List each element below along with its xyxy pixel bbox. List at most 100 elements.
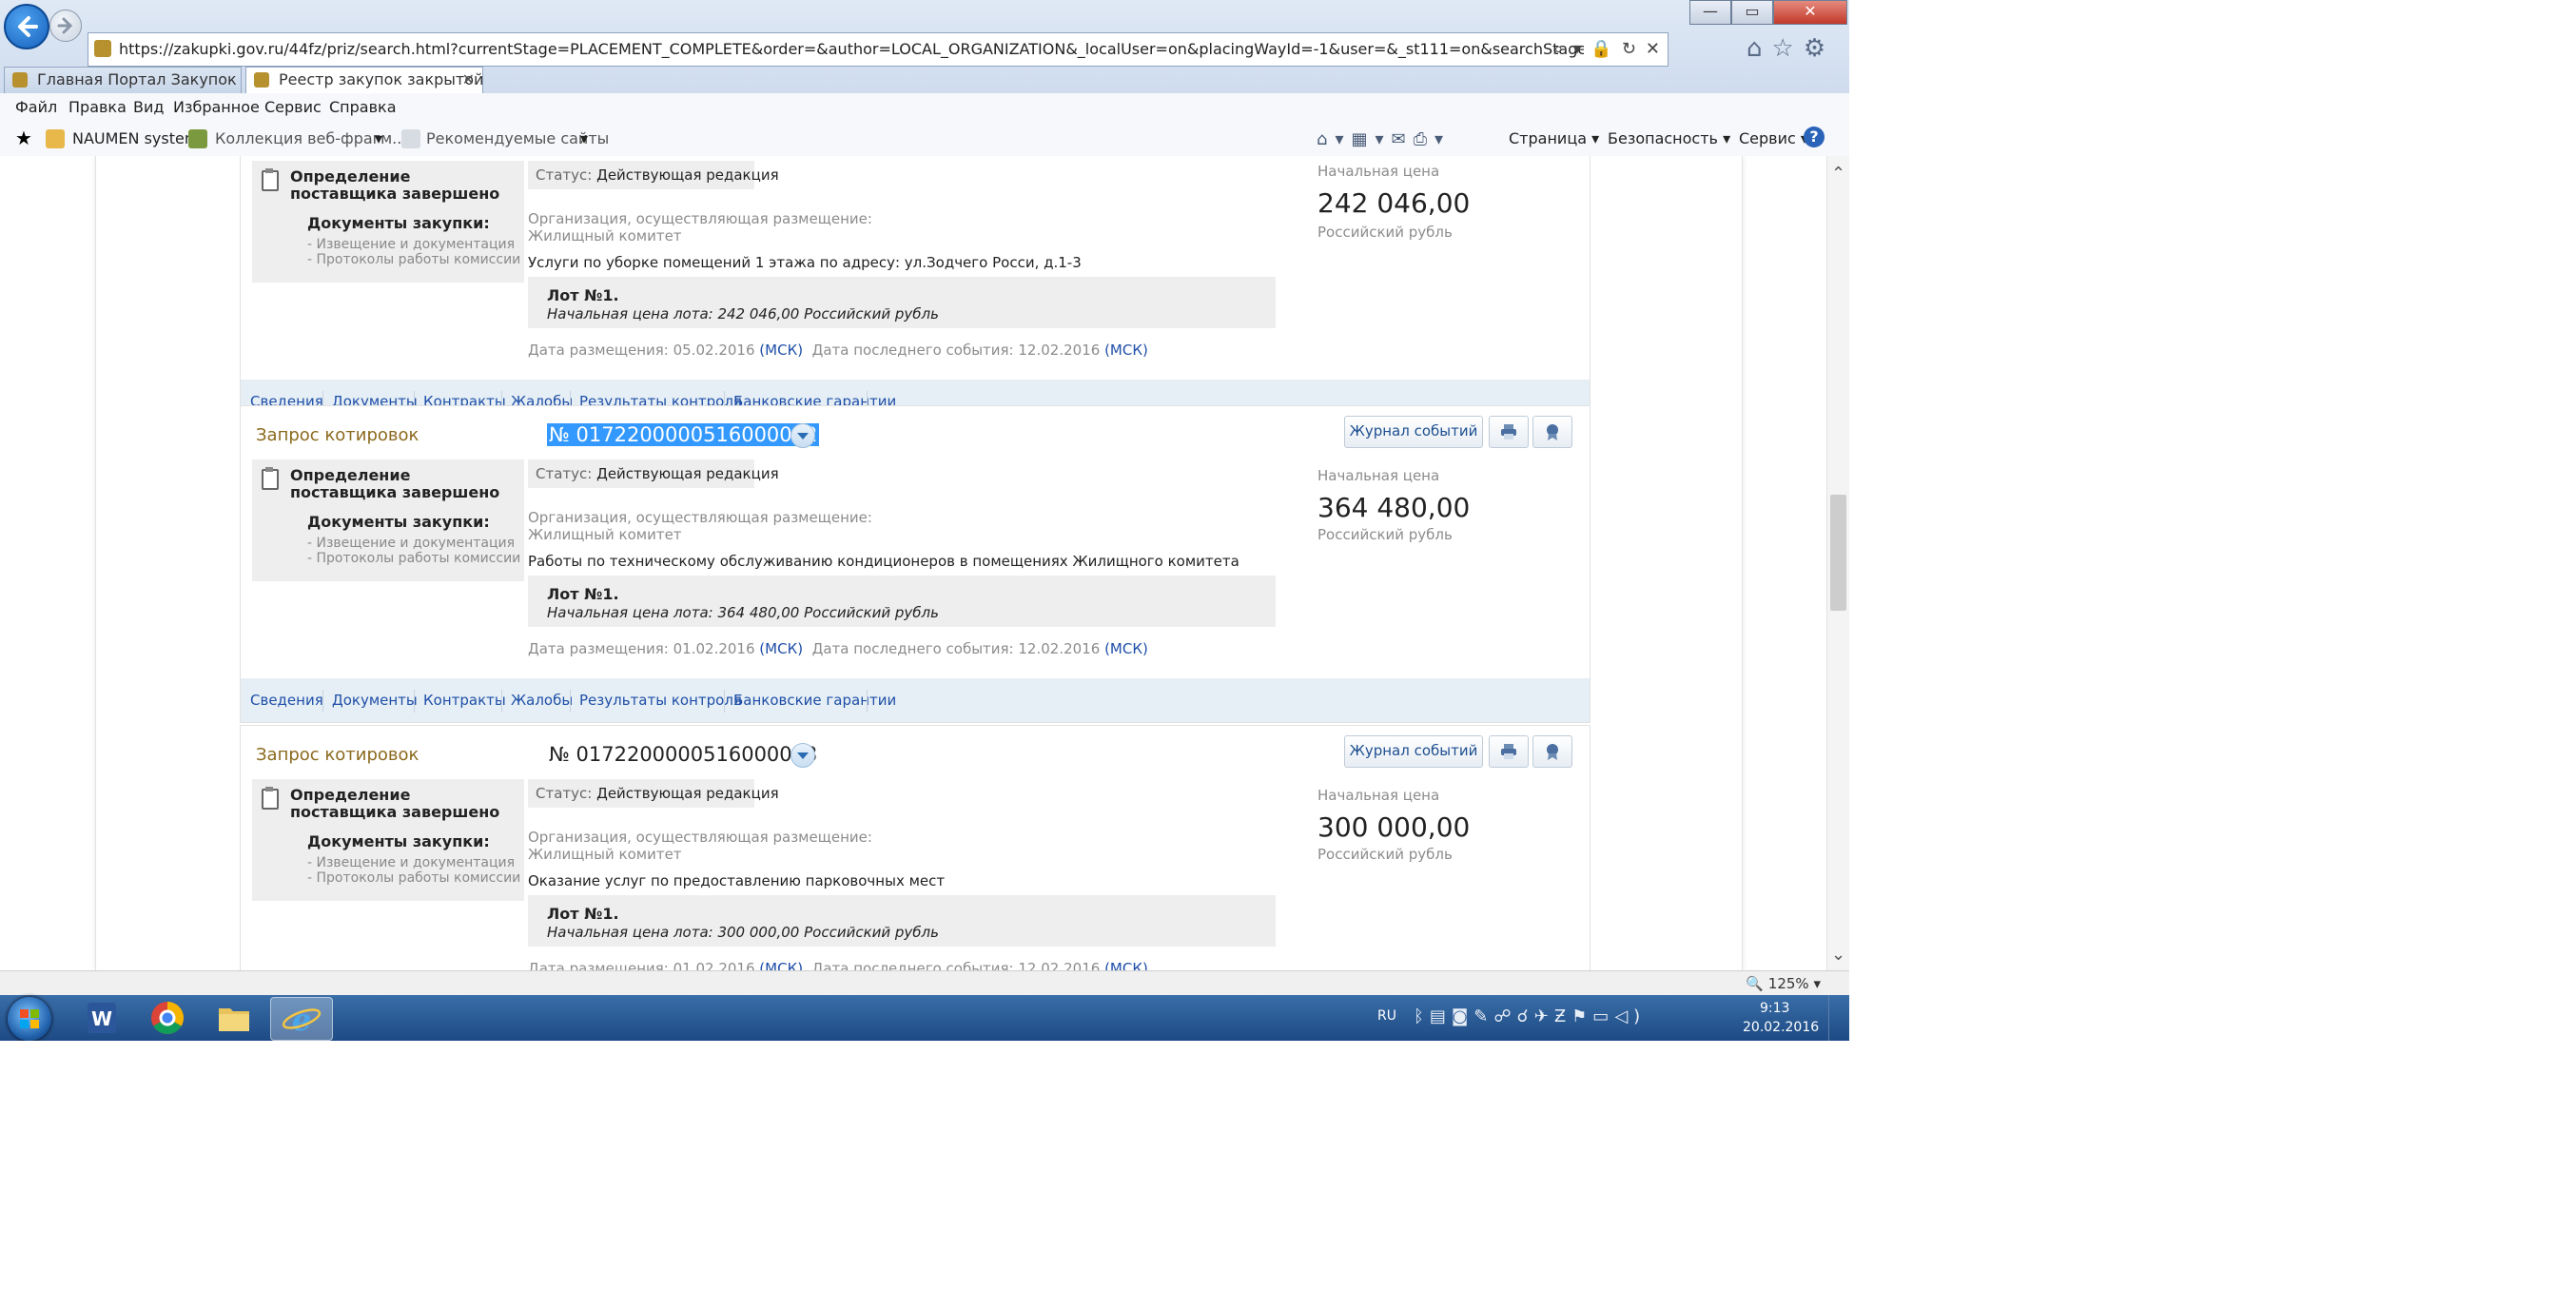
cmd-page[interactable]: Страница ▾ (1509, 129, 1599, 147)
procurement-number[interactable]: № 0172200000516000002 (547, 423, 820, 446)
price-currency: Российский рубль (1317, 224, 1453, 241)
rss-icon[interactable]: ▦ (1351, 129, 1375, 149)
menu-tools[interactable]: Сервис (264, 98, 322, 116)
tab-bank-guarantees[interactable]: Банковские гарантии (733, 692, 896, 709)
chevron-down-icon[interactable] (790, 743, 815, 768)
cmd-security[interactable]: Безопасность ▾ (1608, 129, 1730, 147)
tab-info[interactable]: Сведения (250, 692, 323, 709)
org-value: Жилищный комитет (528, 227, 682, 244)
org-label: Организация, осуществляющая размещение: (528, 829, 872, 846)
lot-title: Лот №1. (547, 286, 619, 304)
tab-contracts[interactable]: Контракты (423, 692, 506, 709)
cmd-tools[interactable]: Сервис ▾ (1739, 129, 1808, 147)
dropdown-icon[interactable]: ▾ (1572, 39, 1581, 59)
show-desktop-button[interactable] (1828, 995, 1849, 1041)
tab-control-results[interactable]: Результаты контроля (579, 692, 742, 709)
event-journal-button[interactable]: Журнал событий (1344, 735, 1483, 768)
status-label: Статус: (536, 166, 593, 184)
address-bar[interactable]: https://zakupki.gov.ru/44fz/priz/search.… (88, 32, 1669, 67)
home-icon[interactable]: ⌂ (1747, 34, 1763, 63)
org-label: Организация, осуществляющая размещение: (528, 509, 872, 526)
tray-app-icon[interactable]: ▤ (1430, 1006, 1452, 1026)
scroll-thumb[interactable] (1830, 495, 1846, 611)
procurement-state: Определение поставщика завершено (290, 466, 500, 501)
forward-button[interactable] (49, 10, 82, 42)
procurement-subject[interactable]: Услуги по уборке помещений 1 этажа по ад… (528, 254, 1082, 271)
doc-link-notice[interactable]: - Извещение и документация (307, 855, 515, 870)
volume-icon[interactable]: ◁) (1614, 1006, 1646, 1026)
menu-favorites[interactable]: Избранное (173, 98, 260, 116)
taskbar-ie[interactable]: e (270, 997, 333, 1041)
clock-date[interactable]: 20.02.2016 (1743, 1020, 1819, 1035)
fav-suggested-dropdown-icon[interactable]: ▾ (580, 129, 588, 147)
taskbar-word[interactable]: W (70, 997, 131, 1039)
print-button[interactable] (1489, 735, 1529, 768)
url-text[interactable]: https://zakupki.gov.ru/44fz/priz/search.… (119, 40, 1584, 58)
dates-line: Дата размещения: 05.02.2016 (МСК) Дата п… (528, 342, 1148, 359)
doc-link-protocols[interactable]: - Протоколы работы комиссии (307, 252, 520, 267)
tab-complaints[interactable]: Жалобы (511, 692, 573, 709)
certificate-button[interactable] (1532, 735, 1572, 768)
clock-time[interactable]: 9:13 (1760, 1001, 1789, 1016)
menu-view[interactable]: Вид (133, 98, 164, 116)
zoom-control[interactable]: 🔍 125% ▾ (1746, 975, 1821, 992)
doc-link-notice[interactable]: - Извещение и документация (307, 536, 515, 551)
gear-icon[interactable]: ⚙ (1804, 34, 1825, 63)
tray-app-icon[interactable]: ✎ (1473, 1006, 1493, 1026)
network-icon[interactable]: ▭ (1592, 1006, 1614, 1026)
tab-close-icon[interactable]: ✕ (462, 68, 475, 92)
fav-webslice-dropdown-icon[interactable]: ▾ (375, 129, 382, 147)
doc-link-protocols[interactable]: - Протоколы работы комиссии (307, 870, 520, 886)
tab-documents[interactable]: Документы (332, 692, 418, 709)
tray-app-icon[interactable]: ◙ (1452, 1006, 1473, 1026)
tab-registry[interactable]: Реестр закупок закрытой ... ✕ (245, 67, 483, 93)
event-journal-button[interactable]: Журнал событий (1344, 416, 1483, 448)
home-icon[interactable]: ⌂ (1317, 129, 1335, 149)
last-event-tz: (МСК) (1104, 960, 1148, 970)
taskbar-explorer[interactable] (204, 997, 264, 1039)
back-button[interactable] (4, 4, 49, 49)
chevron-down-icon[interactable] (790, 423, 815, 448)
start-button[interactable] (8, 997, 51, 1041)
tray-app-icon[interactable]: Ƶ (1554, 1006, 1571, 1026)
tray-app-icon[interactable]: ☍ (1493, 1006, 1516, 1026)
taskbar-chrome[interactable] (137, 997, 198, 1039)
price-currency: Российский рубль (1317, 846, 1453, 863)
vertical-scrollbar[interactable]: ⌃ ⌄ (1826, 156, 1849, 970)
tray-app-icon[interactable]: ☌ (1517, 1006, 1534, 1026)
procurement-subject[interactable]: Работы по техническому обслуживанию конд… (528, 553, 1239, 570)
flag-icon[interactable]: ⚑ (1571, 1006, 1592, 1026)
refresh-icon[interactable]: ↻ (1622, 39, 1636, 59)
star-icon[interactable]: ☆ (1772, 34, 1794, 63)
word-icon: W (88, 1003, 116, 1033)
menu-file[interactable]: Файл (15, 98, 57, 116)
stop-icon[interactable]: ✕ (1646, 39, 1660, 59)
minimize-button[interactable]: — (1689, 0, 1731, 25)
procurement-subject[interactable]: Оказание услуг по предоставлению парково… (528, 872, 945, 889)
certificate-button[interactable] (1532, 416, 1572, 448)
print-button[interactable] (1489, 416, 1529, 448)
lock-icon[interactable]: 🔒 (1590, 39, 1611, 59)
mail-icon[interactable]: ✉ (1392, 129, 1414, 149)
tab-main-portal[interactable]: Главная Портал Закупок (4, 67, 242, 93)
search-icon[interactable]: ⌕ (1553, 39, 1563, 59)
org-block: Организация, осуществляющая размещение: … (528, 829, 872, 863)
close-window-button[interactable]: ✕ (1773, 0, 1847, 25)
print-icon[interactable]: ⎙ (1414, 129, 1434, 149)
maximize-button[interactable]: ▭ (1731, 0, 1773, 25)
tray-app-icon[interactable]: ✈ (1534, 1006, 1554, 1026)
language-indicator[interactable]: RU (1377, 1008, 1396, 1024)
fav-naumen[interactable]: NAUMEN system (72, 129, 199, 147)
doc-link-protocols[interactable]: - Протоколы работы комиссии (307, 551, 520, 566)
scroll-up-icon[interactable]: ⌃ (1831, 164, 1845, 184)
menu-edit[interactable]: Правка (68, 98, 127, 116)
procurement-number[interactable]: № 0172200000516000003 (547, 743, 819, 766)
menu-help[interactable]: Справка (329, 98, 397, 116)
favorites-star-icon[interactable]: ★ (15, 127, 34, 149)
scroll-down-icon[interactable]: ⌄ (1831, 945, 1845, 965)
doc-link-notice[interactable]: - Извещение и документация (307, 237, 515, 252)
print-icon (1501, 424, 1516, 440)
card-left-panel: Определение поставщика завершено Докумен… (252, 161, 524, 283)
help-icon[interactable]: ? (1804, 127, 1825, 147)
bluetooth-icon[interactable]: ᛒ (1414, 1006, 1430, 1026)
